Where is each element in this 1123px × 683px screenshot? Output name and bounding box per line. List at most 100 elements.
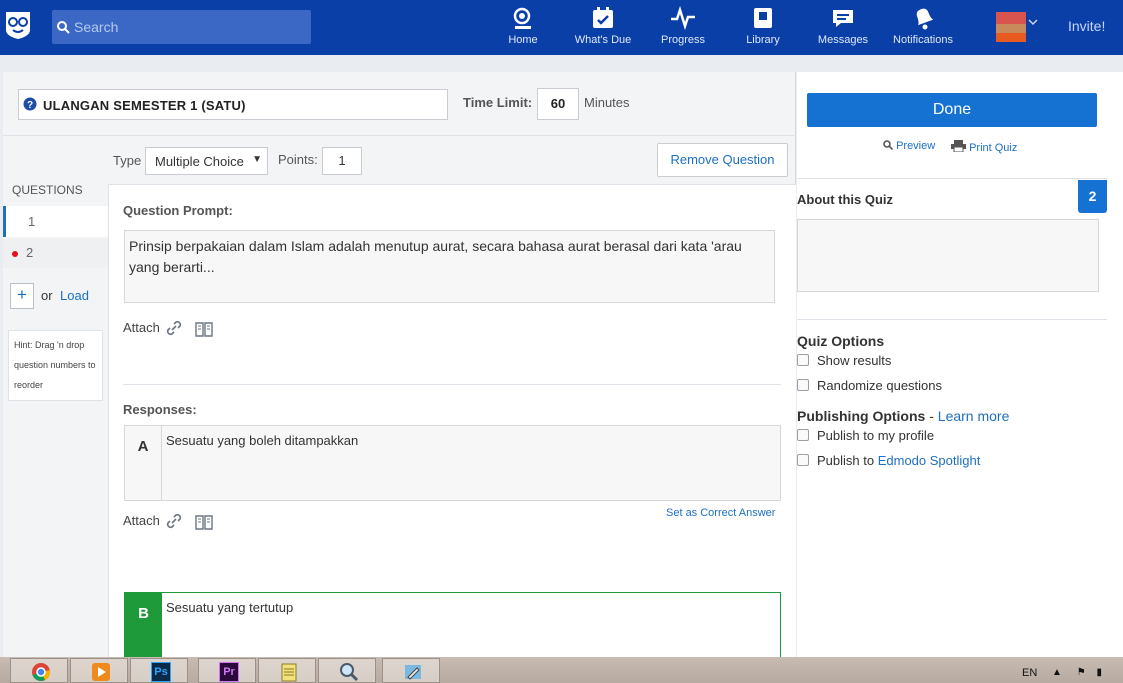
premiere-icon: Pr	[219, 662, 239, 682]
battery-icon: ▮	[1096, 667, 1102, 678]
system-tray[interactable]: ▲ ⚑ ▮	[1052, 667, 1102, 678]
flag-icon: ⚑	[1076, 667, 1086, 678]
question-number: 1	[28, 214, 36, 229]
show-results-checkbox[interactable]	[797, 354, 809, 366]
question-count-badge: 2	[1078, 180, 1107, 213]
divider	[3, 135, 796, 136]
nav-library-label: Library	[746, 34, 780, 46]
publish-profile-checkbox[interactable]	[797, 429, 809, 441]
publish-to-label: Publish to	[817, 453, 875, 468]
chevron-down-icon[interactable]	[1028, 18, 1038, 26]
minutes-label: Minutes	[584, 95, 630, 110]
invite-link[interactable]: Invite!	[1068, 18, 1105, 34]
divider	[797, 319, 1107, 320]
points-input[interactable]: 1	[322, 147, 362, 175]
print-quiz-label: Print Quiz	[969, 142, 1018, 154]
pulse-icon	[671, 6, 695, 30]
taskbar-media-player[interactable]	[70, 658, 128, 683]
chat-icon	[833, 10, 853, 27]
calendar-check-icon	[593, 7, 613, 28]
chrome-icon	[32, 663, 51, 681]
answer-option-b[interactable]: B Sesuatu yang tertutup	[124, 592, 781, 662]
search-box	[52, 10, 311, 44]
taskbar-notepad[interactable]	[258, 658, 316, 683]
set-correct-answer-link[interactable]: Set as Correct Answer	[666, 507, 775, 519]
svg-text:?: ?	[27, 100, 33, 111]
publish-spotlight-text: Publish to Edmodo Spotlight	[817, 453, 980, 468]
quiz-editor: ? ULANGAN SEMESTER 1 (SATU) Time Limit: …	[3, 72, 796, 662]
nav-whats-due-label: What's Due	[574, 34, 632, 46]
time-limit-input[interactable]: 60	[537, 88, 579, 120]
question-prompt-label: Question Prompt:	[123, 203, 233, 218]
quiz-title-field[interactable]: ? ULANGAN SEMESTER 1 (SATU)	[18, 89, 448, 120]
taskbar-photoshop[interactable]: Ps	[130, 658, 188, 683]
about-quiz-input[interactable]	[797, 219, 1099, 292]
nav-messages[interactable]: Messages	[803, 0, 883, 55]
done-button[interactable]: Done	[807, 93, 1097, 127]
print-quiz-link[interactable]: Print Quiz	[951, 140, 1017, 154]
top-nav-bar: Home What's Due Progress Library Message…	[0, 0, 1123, 55]
quiz-options-heading: Quiz Options	[797, 333, 885, 349]
type-label: Type	[113, 153, 142, 168]
publish-spotlight-checkbox[interactable]	[797, 454, 809, 466]
dropdown-arrow-icon: ▼	[252, 154, 262, 165]
taskbar-chrome[interactable]	[10, 658, 68, 683]
divider	[797, 178, 1107, 179]
responses-label: Responses:	[123, 402, 197, 417]
notepad-icon	[281, 663, 297, 682]
load-question-link[interactable]: Load	[60, 288, 89, 303]
taskbar: Ps Pr EN ▲ ⚑ ▮	[0, 657, 1123, 683]
quiz-sidebar: Done Preview Print Quiz About this Quiz …	[797, 72, 1123, 657]
show-results-label: Show results	[817, 353, 892, 368]
question-item-1[interactable]: 1	[3, 206, 108, 237]
nav-notifications-label: Notifications	[893, 34, 953, 46]
question-item-2[interactable]: 2	[3, 239, 108, 268]
link-icon[interactable]	[165, 319, 183, 337]
taskbar-premiere[interactable]: Pr	[198, 658, 256, 683]
nav-library[interactable]: Library	[723, 0, 803, 55]
pencil-app-icon	[405, 665, 421, 680]
question-number: 2	[26, 245, 34, 260]
media-player-icon	[92, 663, 110, 681]
randomize-checkbox[interactable]	[797, 379, 809, 391]
answer-letter: B	[125, 593, 162, 661]
photoshop-icon: Ps	[151, 662, 171, 682]
learn-more-link[interactable]: Learn more	[938, 408, 1010, 424]
home-icon	[513, 7, 531, 29]
edmodo-logo-icon[interactable]	[4, 8, 32, 40]
about-quiz-label: About this Quiz	[797, 192, 894, 207]
answer-option-a[interactable]: A Sesuatu yang boleh ditampakkan	[124, 425, 781, 501]
library-icon	[754, 8, 772, 28]
time-limit-label: Time Limit:	[463, 95, 533, 110]
nav-progress-label: Progress	[660, 34, 706, 46]
nav-home[interactable]: Home	[483, 0, 563, 55]
taskbar-search-tool[interactable]	[318, 658, 376, 683]
nav-notifications[interactable]: Notifications	[883, 0, 963, 55]
language-indicator[interactable]: EN	[1022, 667, 1037, 679]
preview-label: Preview	[896, 140, 936, 152]
answer-text[interactable]: Sesuatu yang tertutup	[166, 600, 293, 615]
answer-text[interactable]: Sesuatu yang boleh ditampakkan	[166, 433, 358, 448]
remove-question-button[interactable]: Remove Question	[657, 143, 788, 177]
tray-arrow-icon: ▲	[1052, 667, 1062, 678]
attach-label: Attach	[123, 513, 160, 528]
question-type-select[interactable]: Multiple Choice ▼	[145, 147, 268, 175]
taskbar-pencil-app[interactable]	[382, 658, 440, 683]
questions-heading: QUESTIONS	[12, 183, 83, 197]
library-book-icon[interactable]	[195, 321, 213, 337]
answer-letter: A	[125, 426, 162, 500]
publishing-options-label: Publishing Options	[797, 408, 926, 424]
search-input[interactable]	[74, 10, 304, 44]
library-book-icon[interactable]	[195, 514, 213, 530]
printer-icon	[951, 140, 966, 153]
premiere-label: Pr	[223, 666, 235, 678]
preview-link[interactable]: Preview	[883, 140, 935, 152]
question-prompt-input[interactable]: Prinsip berpakaian dalam Islam adalah me…	[124, 230, 775, 303]
avatar[interactable]	[996, 12, 1026, 42]
nav-whats-due[interactable]: What's Due	[563, 0, 643, 55]
link-icon[interactable]	[165, 512, 183, 530]
search-tool-icon	[340, 663, 359, 682]
nav-progress[interactable]: Progress	[643, 0, 723, 55]
add-question-button[interactable]: +	[10, 283, 34, 309]
edmodo-spotlight-link[interactable]: Edmodo Spotlight	[878, 453, 981, 468]
